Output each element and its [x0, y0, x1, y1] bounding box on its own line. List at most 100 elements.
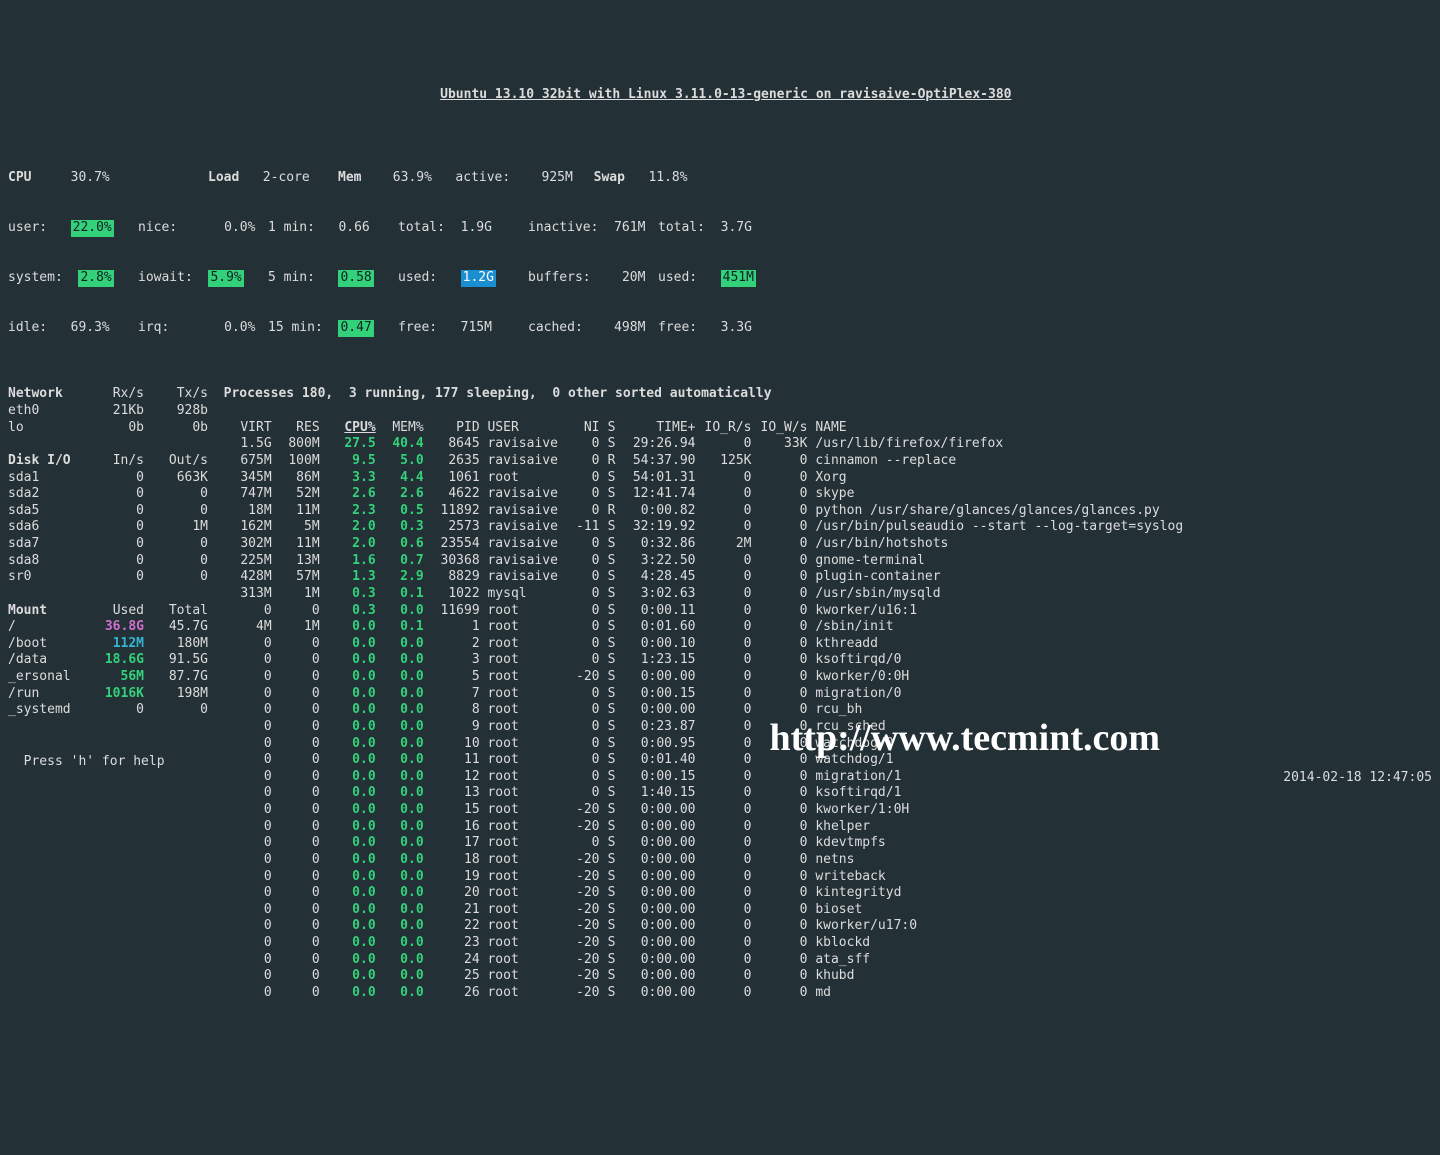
diskio-in-header: In/s [80, 453, 144, 470]
proc-cpu: 0.0 [320, 869, 376, 886]
proc-user: ravisaive [487, 536, 567, 553]
proc-time: 0:00.00 [615, 835, 695, 852]
proc-ior: 0 [695, 503, 751, 520]
proc-cpu: 0.0 [320, 985, 376, 1002]
mount-total: 180M [144, 636, 208, 653]
proc-name: kdevtmpfs [815, 835, 885, 852]
mount-used: 18.6G [80, 652, 144, 669]
proc-user: root [487, 819, 567, 836]
proc-state: S [599, 719, 615, 736]
proc-time: 0:00.00 [615, 918, 695, 935]
proc-mem: 2.6 [376, 486, 424, 503]
proc-iow: 0 [751, 553, 807, 570]
proc-ni: 0 [567, 603, 599, 620]
proc-state: S [599, 636, 615, 653]
proc-user: ravisaive [487, 453, 567, 470]
proc-virt: 0 [224, 835, 272, 852]
proc-iow: 0 [751, 785, 807, 802]
swap-used: 451M [721, 270, 756, 287]
proc-pid: 21 [424, 902, 480, 919]
proc-time: 32:19.92 [615, 519, 695, 536]
proc-mem: 2.9 [376, 569, 424, 586]
proc-time: 0:32.86 [615, 536, 695, 553]
proc-name: migration/0 [815, 686, 901, 703]
cpu-user-label: user: [8, 220, 47, 237]
proc-time: 12:41.74 [615, 486, 695, 503]
proc-iow: 0 [751, 852, 807, 869]
proc-state: R [599, 453, 615, 470]
proc-state: S [599, 569, 615, 586]
disk-in: 0 [80, 519, 144, 536]
processes-summary: Processes 180, 3 running, 177 sleeping, … [224, 386, 772, 403]
proc-cpu: 0.0 [320, 652, 376, 669]
proc-name: rcu_bh [815, 702, 862, 719]
proc-mem: 0.0 [376, 918, 424, 935]
proc-res: 0 [272, 852, 320, 869]
proc-mem: 0.5 [376, 503, 424, 520]
proc-user: root [487, 802, 567, 819]
proc-user: root [487, 785, 567, 802]
proc-iow: 0 [751, 952, 807, 969]
proc-name: ata_sff [815, 952, 870, 969]
proc-res: 0 [272, 952, 320, 969]
proc-cpu: 0.0 [320, 902, 376, 919]
disk-in: 0 [80, 470, 144, 487]
proc-mem: 5.0 [376, 453, 424, 470]
proc-cpu: 0.3 [320, 586, 376, 603]
proc-time: 0:00.00 [615, 702, 695, 719]
proc-ior: 0 [695, 652, 751, 669]
proc-mem: 4.4 [376, 470, 424, 487]
proc-ni: -20 [567, 985, 599, 1002]
proc-user: root [487, 719, 567, 736]
proc-state: R [599, 503, 615, 520]
mount-used: 1016K [80, 686, 144, 703]
proc-virt: 0 [224, 885, 272, 902]
proc-user: ravisaive [487, 569, 567, 586]
proc-ior: 0 [695, 669, 751, 686]
proc-iow: 0 [751, 918, 807, 935]
proc-name: rcu_sched [815, 719, 885, 736]
proc-name: khelper [815, 819, 870, 836]
proc-state: S [599, 819, 615, 836]
hdr-pid: PID [424, 420, 480, 437]
proc-time: 0:00.00 [615, 952, 695, 969]
proc-time: 0:00.00 [615, 869, 695, 886]
proc-time: 0:00.10 [615, 636, 695, 653]
proc-name: skype [815, 486, 854, 503]
proc-res: 57M [272, 569, 320, 586]
proc-mem: 0.0 [376, 686, 424, 703]
proc-virt: 0 [224, 952, 272, 969]
proc-state: S [599, 785, 615, 802]
mount-used: 112M [80, 636, 144, 653]
proc-time: 0:00.00 [615, 852, 695, 869]
hdr-iow: IO_W/s [751, 420, 807, 437]
proc-user: root [487, 702, 567, 719]
proc-user: root [487, 686, 567, 703]
mount-used: 56M [80, 669, 144, 686]
proc-pid: 24 [424, 952, 480, 969]
proc-res: 0 [272, 918, 320, 935]
proc-cpu: 0.0 [320, 802, 376, 819]
mem-active-label: active: [455, 170, 510, 187]
proc-res: 0 [272, 702, 320, 719]
proc-time: 1:23.15 [615, 652, 695, 669]
cpu-label: CPU [8, 170, 31, 187]
network-rx-header: Rx/s [80, 386, 144, 403]
mem-free-label: free: [398, 320, 437, 337]
proc-name: /usr/lib/firefox/firefox [815, 436, 1003, 453]
proc-iow: 0 [751, 603, 807, 620]
proc-user: root [487, 985, 567, 1002]
proc-pid: 13 [424, 785, 480, 802]
proc-ior: 0 [695, 852, 751, 869]
proc-user: root [487, 619, 567, 636]
proc-virt: 4M [224, 619, 272, 636]
proc-ni: 0 [567, 569, 599, 586]
proc-ni: 0 [567, 719, 599, 736]
proc-virt: 225M [224, 553, 272, 570]
proc-iow: 0 [751, 636, 807, 653]
proc-res: 0 [272, 869, 320, 886]
proc-user: root [487, 636, 567, 653]
proc-res: 0 [272, 719, 320, 736]
proc-cpu: 2.6 [320, 486, 376, 503]
hdr-cpu: CPU% [320, 420, 376, 437]
